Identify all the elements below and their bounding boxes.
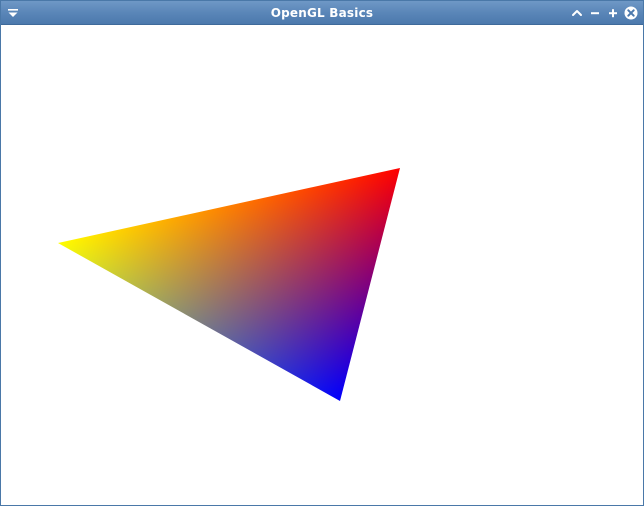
shade-icon[interactable]	[569, 5, 585, 21]
window-title: OpenGL Basics	[270, 6, 374, 20]
app-window: OpenGL Basics	[0, 0, 644, 506]
opengl-viewport[interactable]	[1, 25, 643, 505]
maximize-icon[interactable]	[605, 5, 621, 21]
title-bar[interactable]: OpenGL Basics	[1, 1, 643, 25]
minimize-icon[interactable]	[587, 5, 603, 21]
shaded-triangle	[58, 168, 400, 401]
close-icon[interactable]	[623, 5, 639, 21]
render-canvas	[58, 168, 400, 401]
